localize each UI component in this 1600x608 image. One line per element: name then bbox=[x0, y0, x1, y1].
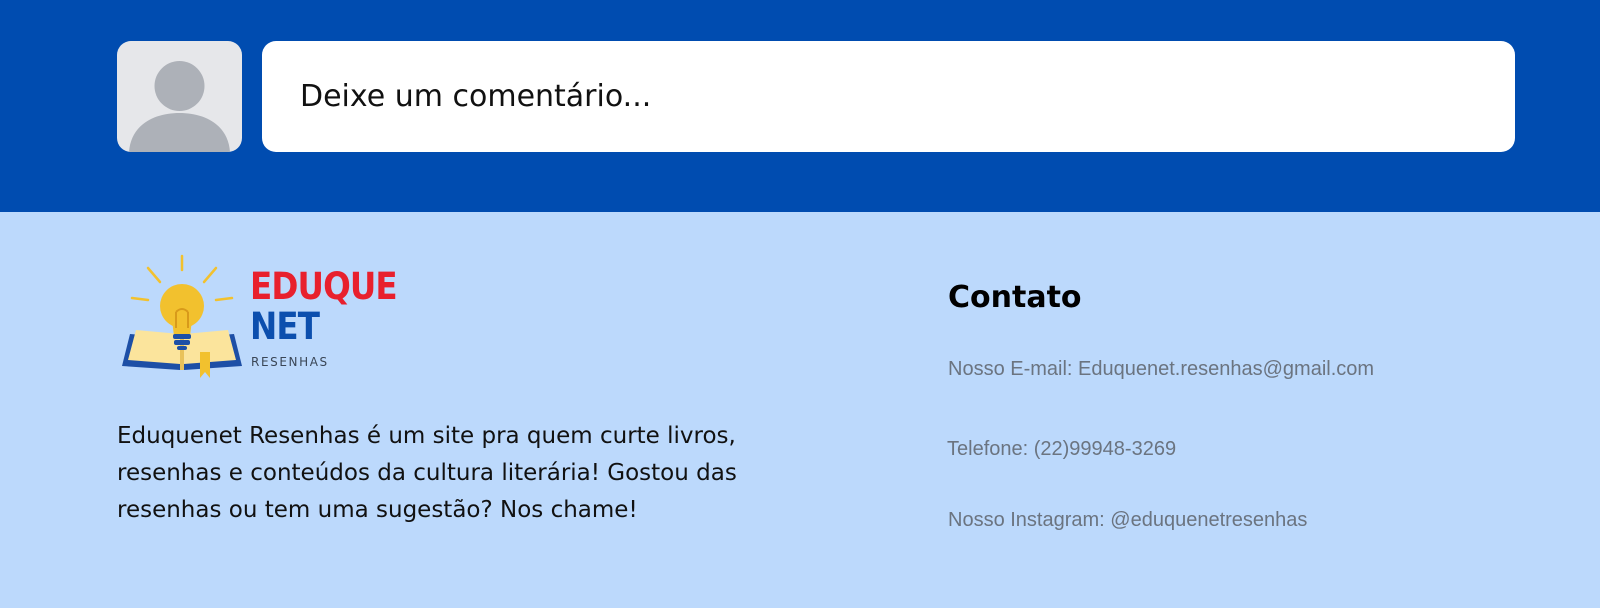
comment-input[interactable] bbox=[262, 41, 1515, 152]
logo-word-net: NET bbox=[250, 305, 320, 348]
contact-email[interactable]: Nosso E-mail: Eduquenet.resenhas@gmail.c… bbox=[948, 358, 1374, 381]
logo-word-eduque: EDUQUE bbox=[250, 265, 398, 308]
user-placeholder-icon bbox=[129, 61, 230, 152]
contact-instagram[interactable]: Nosso Instagram: @eduquenetresenhas bbox=[948, 509, 1307, 532]
logo-subtitle: RESENHAS bbox=[251, 355, 329, 369]
about-text: Eduquenet Resenhas é um site pra quem cu… bbox=[117, 423, 737, 523]
comment-section bbox=[0, 0, 1600, 212]
avatar bbox=[117, 41, 242, 152]
lightbulb-book-icon bbox=[118, 254, 246, 384]
contact-title: Contato bbox=[948, 280, 1082, 315]
site-logo[interactable]: EDUQUE NET RESENHAS bbox=[118, 254, 408, 384]
contact-phone[interactable]: Telefone: (22)99948-3269 bbox=[947, 438, 1176, 461]
